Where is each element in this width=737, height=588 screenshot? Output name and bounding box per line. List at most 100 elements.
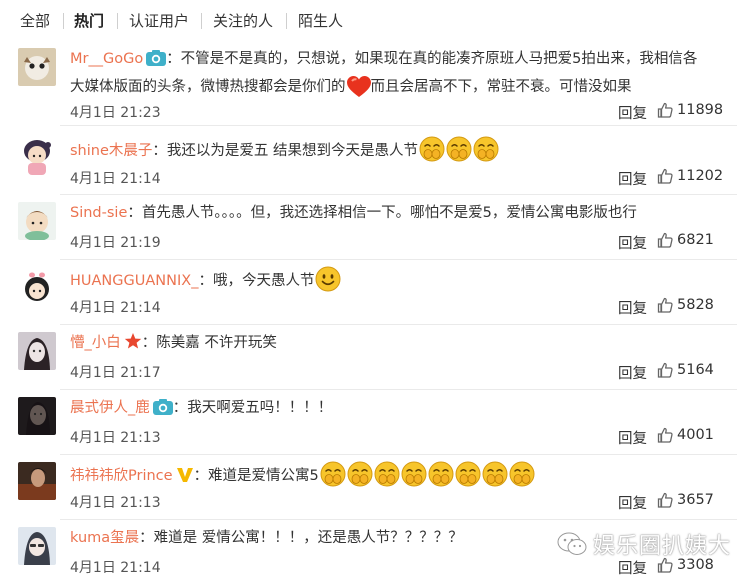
reply-button[interactable]: 回复	[618, 102, 647, 123]
grin-cover-mouth-emoji-icon	[401, 461, 427, 496]
like-button[interactable]: 3657	[657, 492, 727, 508]
divider	[60, 389, 737, 390]
comment-text: ：我还以为是爱五 结果想到今天是愚人节	[152, 143, 418, 159]
tab-hot[interactable]: 热门	[74, 10, 104, 31]
comment-body: 懵_小白 ：陈美嘉 不许开玩笑	[70, 331, 727, 359]
thumbs-up-icon	[657, 427, 673, 443]
thumbs-up-icon	[657, 362, 673, 378]
comment-time: 4月1日 21:19	[70, 235, 161, 251]
comment-username[interactable]: kuma玺晨	[70, 530, 139, 546]
comment-text: 大媒体版面的头条，微博热搜都会是你们的	[70, 79, 346, 95]
comment-body: Mr__GoGo ：不管是不是真的，只想说，如果现在真的能凑齐原班人马把爱5拍出来…	[70, 47, 727, 107]
comment-text: ：陈美嘉 不许开玩笑	[141, 335, 277, 351]
comment-username[interactable]: HUANGGUANNIX_	[70, 273, 198, 289]
comment-item: 懵_小白 ：陈美嘉 不许开玩笑 4月1日 21:17 回复 5164	[0, 326, 737, 390]
heart-emoji-icon	[346, 76, 371, 107]
comment-body: shine木晨子：我还以为是爱五 结果想到今天是愚人节	[70, 136, 727, 171]
avatar[interactable]	[18, 202, 56, 240]
tab-strangers[interactable]: 陌生人	[298, 10, 343, 31]
comment-body: 祎祎祎欣Prince ：难道是爱情公寓5	[70, 461, 727, 496]
grin-cover-mouth-emoji-icon	[509, 461, 535, 496]
comment-text: ：我天啊爱五吗！！！！	[172, 400, 333, 416]
verified-v-badge-icon	[176, 467, 194, 492]
reply-button[interactable]: 回复	[618, 232, 647, 253]
tab-following[interactable]: 关注的人	[213, 10, 273, 31]
avatar[interactable]	[18, 462, 56, 500]
divider	[60, 194, 737, 195]
tab-divider	[286, 13, 287, 29]
grin-cover-mouth-emoji-icon	[428, 461, 454, 496]
comment-body: HUANGGUANNIX_：哦，今天愚人节	[70, 266, 727, 301]
like-button[interactable]: 5164	[657, 362, 727, 378]
like-count: 3657	[677, 492, 714, 508]
reply-button[interactable]: 回复	[618, 297, 647, 318]
emoji-group	[319, 461, 535, 487]
comment-time: 4月1日 21:14	[70, 300, 161, 316]
thumbs-up-icon	[657, 297, 673, 313]
comment-text: ：难道是 爱情公寓！！！，还是愚人节？？？？？	[139, 530, 463, 546]
comment-item: Mr__GoGo ：不管是不是真的，只想说，如果现在真的能凑齐原班人马把爱5拍出来…	[0, 42, 737, 126]
avatar[interactable]	[18, 397, 56, 435]
divider	[60, 519, 737, 520]
wechat-icon	[557, 532, 587, 555]
comment-username[interactable]: 祎祎祎欣Prince	[70, 468, 173, 484]
like-count: 11202	[677, 168, 724, 184]
emoji-group	[418, 136, 499, 162]
comment-username[interactable]: Sind-sie	[70, 205, 127, 221]
thumbs-up-icon	[657, 492, 673, 508]
comment-text: 而且会居高不下，常驻不衰。可惜没如果	[370, 79, 632, 95]
camera-badge-icon	[146, 50, 167, 75]
comment-text: ：难道是爱情公寓5	[193, 468, 319, 484]
reply-button[interactable]: 回复	[618, 492, 647, 513]
comment-body: 晨式伊人_鹿 ：我天啊爱五吗！！！！	[70, 396, 727, 424]
like-count: 4001	[677, 427, 714, 443]
comment-time: 4月1日 21:13	[70, 430, 161, 446]
tab-divider	[117, 13, 118, 29]
comment-time: 4月1日 21:13	[70, 495, 161, 511]
avatar[interactable]	[18, 527, 56, 565]
reply-button[interactable]: 回复	[618, 362, 647, 383]
comment-text: ：哦，今天愚人节	[198, 273, 315, 289]
avatar[interactable]	[18, 48, 56, 86]
comment-item: 祎祎祎欣Prince ：难道是爱情公寓5 4月1日 21:13 回复 3657	[0, 456, 737, 520]
grin-cover-mouth-emoji-icon	[446, 136, 472, 171]
star-badge-icon	[124, 332, 142, 359]
avatar[interactable]	[18, 332, 56, 370]
reply-button[interactable]: 回复	[618, 557, 647, 578]
comment-username[interactable]: 晨式伊人_鹿	[70, 400, 150, 416]
comment-username[interactable]: 懵_小白	[70, 335, 121, 351]
comment-time: 4月1日 21:14	[70, 171, 161, 187]
avatar[interactable]	[18, 137, 56, 175]
tab-divider	[63, 13, 64, 29]
comment-text: ：首先愚人节。。。。但，我还选择相信一下。哪怕不是爱5，爱情公寓电影版也行	[127, 205, 637, 221]
like-button[interactable]: 5828	[657, 297, 727, 313]
divider	[60, 125, 737, 126]
comment-username[interactable]: shine木晨子	[70, 143, 152, 159]
filter-tabs: 全部 热门 认证用户 关注的人 陌生人	[0, 0, 737, 42]
divider	[60, 454, 737, 455]
tab-verified-users[interactable]: 认证用户	[129, 10, 189, 31]
like-button[interactable]: 4001	[657, 427, 727, 443]
grin-cover-mouth-emoji-icon	[347, 461, 373, 496]
avatar[interactable]	[18, 267, 56, 305]
comment-username[interactable]: Mr__GoGo	[70, 51, 143, 67]
comment-text: ：不管是不是真的，只想说，如果现在真的能凑齐原班人马把爱5拍出来，我相信各	[166, 51, 698, 67]
reply-button[interactable]: 回复	[618, 427, 647, 448]
comment-item: HUANGGUANNIX_：哦，今天愚人节 4月1日 21:14 回复 5828	[0, 261, 737, 325]
grin-cover-mouth-emoji-icon	[482, 461, 508, 496]
watermark-text: 娱乐圈扒姨大	[592, 534, 731, 559]
like-button[interactable]: 6821	[657, 232, 727, 248]
tab-divider	[201, 13, 202, 29]
divider	[60, 324, 737, 325]
like-count: 5164	[677, 362, 714, 378]
reply-button[interactable]: 回复	[618, 168, 647, 189]
divider	[60, 259, 737, 260]
like-button[interactable]: 11898	[657, 102, 727, 118]
thumbs-up-icon	[657, 168, 673, 184]
watermark: 娱乐圈扒姨大	[557, 528, 731, 560]
like-button[interactable]: 11202	[657, 168, 727, 184]
comment-item: shine木晨子：我还以为是爱五 结果想到今天是愚人节 4月1日 21:14 回…	[0, 131, 737, 195]
grin-cover-mouth-emoji-icon	[455, 461, 481, 496]
grin-cover-mouth-emoji-icon	[473, 136, 499, 171]
tab-all[interactable]: 全部	[20, 10, 50, 31]
